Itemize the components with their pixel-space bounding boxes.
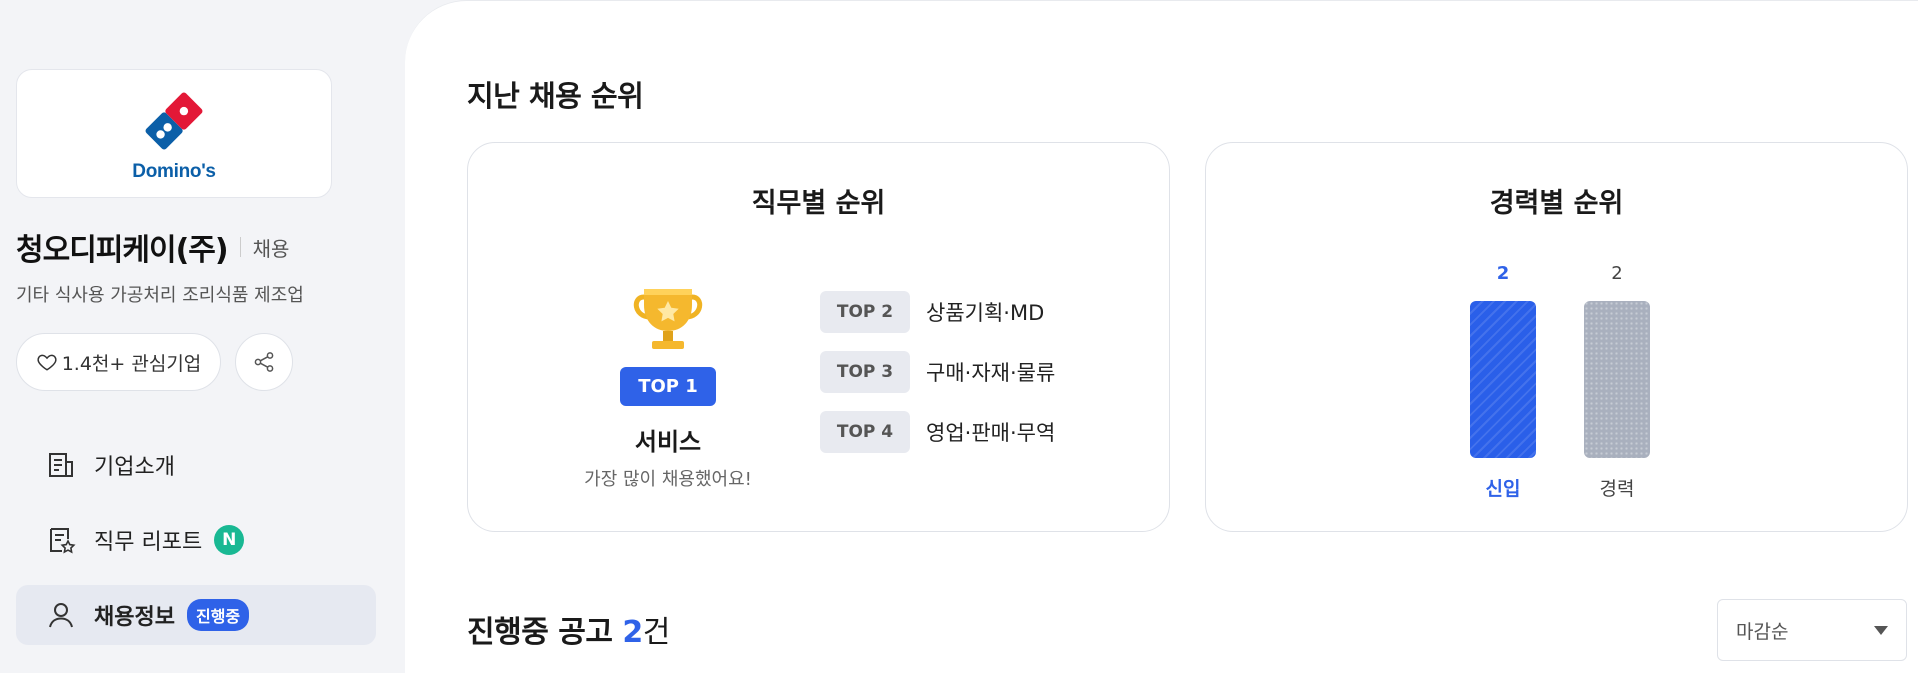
rank-list: TOP 2 상품기획·MD TOP 3 구매·자재·물류 TOP 4 영업·판매… xyxy=(820,290,1055,470)
chevron-down-icon xyxy=(1874,625,1888,635)
bar-value-label: 2 xyxy=(1611,263,1623,284)
trophy-icon xyxy=(633,289,703,349)
company-industry: 기타 식사용 가공처리 조리식품 제조업 xyxy=(16,285,304,306)
report-star-icon xyxy=(44,523,78,557)
bar-experienced xyxy=(1584,301,1650,458)
list-item: TOP 3 구매·자재·물류 xyxy=(820,350,1055,394)
building-doc-icon xyxy=(44,448,78,482)
follow-label: 1.4천+ 관심기업 xyxy=(61,352,202,375)
top1-job-name: 서비스 xyxy=(634,428,702,456)
sidebar-item-label: 채용정보 xyxy=(94,605,175,630)
rank-chip: TOP 3 xyxy=(820,351,910,393)
list-item: TOP 2 상품기획·MD xyxy=(820,290,1055,334)
ongoing-unit: 건 xyxy=(642,615,671,650)
ongoing-postings-title: 진행중 공고 2건 xyxy=(467,607,670,651)
sort-select[interactable]: 마감순 xyxy=(1717,599,1907,661)
sidebar-item-company-intro[interactable]: 기업소개 xyxy=(16,435,376,495)
sort-label: 마감순 xyxy=(1736,620,1789,643)
bar-category-label: 경력 xyxy=(1599,478,1635,500)
top1-block: TOP 1 서비스 가장 많이 채용했어요! xyxy=(558,283,778,491)
share-icon xyxy=(254,352,274,372)
share-button[interactable] xyxy=(235,333,293,391)
rank-label: 구매·자재·물류 xyxy=(926,361,1056,385)
top1-caption: 가장 많이 채용했어요! xyxy=(584,469,752,490)
dominos-logo-icon xyxy=(145,92,203,149)
bar-value-label: 2 xyxy=(1496,263,1510,284)
job-rank-card: 직무별 순위 TOP 1 서비스 가장 많이 채용했어요! TOP 2 상품기획… xyxy=(467,142,1170,532)
card-title: 직무별 순위 xyxy=(751,188,886,219)
company-name: 청오디피케이(주) xyxy=(16,233,229,268)
new-badge: N xyxy=(214,525,245,555)
sidebar: Domino's 청오디피케이(주) 채용 기타 식사용 가공처리 조리식품 제… xyxy=(0,0,405,672)
company-tag: 채용 xyxy=(252,236,290,261)
rank-label: 상품기획·MD xyxy=(926,301,1045,325)
logo-text: Domino's xyxy=(132,160,216,182)
rank-chip: TOP 2 xyxy=(820,291,910,333)
list-item: TOP 4 영업·판매·무역 xyxy=(820,410,1055,454)
follow-company-button[interactable]: 1.4천+ 관심기업 xyxy=(16,333,221,391)
rank-label: 영업·판매·무역 xyxy=(926,421,1056,445)
top1-badge: TOP 1 xyxy=(620,367,716,406)
sidebar-item-recruitment[interactable]: 채용정보 진행중 xyxy=(16,585,376,645)
divider xyxy=(239,237,241,257)
sidebar-item-job-report[interactable]: 직무 리포트 N xyxy=(16,510,376,570)
company-header: 청오디피케이(주) 채용 xyxy=(16,225,289,269)
main-content: 지난 채용 순위 직무별 순위 TOP 1 서비스 가장 많이 채용했어요! T… xyxy=(405,0,1918,673)
company-logo-card: Domino's xyxy=(16,69,332,198)
career-bar-chart: 2 신입 2 경력 xyxy=(1206,143,1907,531)
bar-category-label: 신입 xyxy=(1485,478,1521,500)
person-icon xyxy=(44,598,78,632)
status-badge: 진행중 xyxy=(186,599,250,631)
company-logo: Domino's xyxy=(132,85,216,183)
heart-icon xyxy=(37,354,57,371)
ongoing-count: 2 xyxy=(622,615,643,650)
sidebar-item-label: 직무 리포트 xyxy=(94,530,203,555)
ongoing-label: 진행중 공고 xyxy=(467,615,613,650)
bar-new-grad xyxy=(1470,301,1536,458)
rank-chip: TOP 4 xyxy=(820,411,910,453)
sidebar-item-label: 기업소개 xyxy=(94,455,175,480)
section-title: 지난 채용 순위 xyxy=(467,79,644,113)
career-rank-card: 경력별 순위 2 신입 2 경력 xyxy=(1205,142,1908,532)
